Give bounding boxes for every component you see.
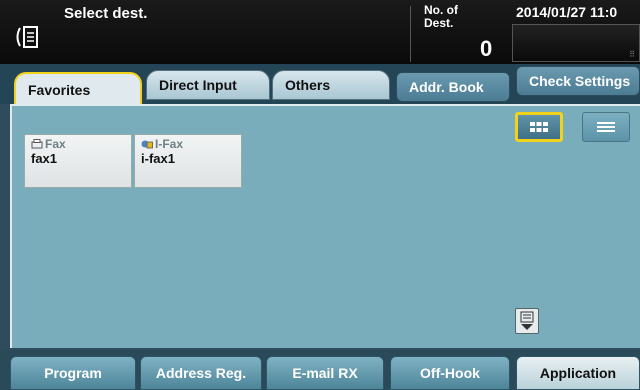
tab-others[interactable]: Others: [272, 70, 390, 100]
tab-direct-input[interactable]: Direct Input: [146, 70, 270, 100]
addr-book-label: Addr. Book: [409, 79, 484, 95]
status-indicator-icon: ⠿: [629, 50, 635, 59]
tab-strip: Favorites Direct Input Others Addr. Book…: [0, 64, 640, 106]
destination-ifax1[interactable]: I-Fax i-fax1: [134, 134, 242, 188]
email-rx-label: E-mail RX: [292, 365, 358, 381]
fax-icon: [31, 139, 43, 149]
grid-view-button[interactable]: [515, 112, 563, 142]
program-button[interactable]: Program: [10, 356, 136, 390]
num-dest-count: 0: [480, 36, 493, 61]
tab-favorites[interactable]: Favorites: [14, 72, 142, 106]
dest-name: fax1: [31, 151, 58, 166]
dest-type: Fax: [31, 137, 125, 151]
address-reg-button[interactable]: Address Reg.: [140, 356, 262, 390]
ifax-icon: [141, 140, 153, 149]
header-bar: Select dest. No. of Dest. 0 2014/01/27 1…: [0, 0, 640, 64]
dest-name: i-fax1: [141, 151, 175, 166]
check-settings-label: Check Settings: [529, 73, 631, 89]
dest-type-label: Fax: [45, 137, 66, 151]
bottom-bar: Program Address Reg. E-mail RX Off-Hook …: [0, 350, 640, 390]
page-title: Select dest.: [64, 5, 148, 22]
tab-label: Favorites: [28, 82, 91, 98]
tab-label: Direct Input: [159, 77, 237, 93]
num-dest-label: No. of Dest.: [424, 3, 458, 30]
application-label: Application: [539, 365, 617, 381]
program-label: Program: [44, 365, 102, 381]
datetime: 2014/01/27 11:0: [516, 4, 618, 20]
email-rx-button[interactable]: E-mail RX: [266, 356, 384, 390]
off-hook-label: Off-Hook: [420, 365, 480, 381]
scroll-down-icon: [520, 311, 534, 330]
off-hook-button[interactable]: Off-Hook: [390, 356, 510, 390]
destination-fax1[interactable]: Fax fax1: [24, 134, 132, 188]
dest-type: I-Fax: [141, 137, 235, 151]
status-box: ⠿: [512, 24, 640, 62]
list-view-icon: [597, 122, 615, 132]
fax-document-icon: [16, 26, 38, 48]
grid-view-icon: [530, 122, 548, 132]
header-divider: [410, 6, 411, 62]
address-reg-label: Address Reg.: [155, 365, 247, 381]
addr-book-button[interactable]: Addr. Book: [396, 72, 510, 102]
tab-label: Others: [285, 77, 331, 93]
dest-type-label: I-Fax: [155, 137, 184, 151]
list-view-button[interactable]: [582, 112, 630, 142]
application-button[interactable]: Application: [516, 356, 640, 390]
scroll-down-button[interactable]: [515, 308, 539, 334]
check-settings-button[interactable]: Check Settings: [516, 66, 640, 96]
destination-panel: Fax fax1 I-Fax i-fax1: [10, 104, 640, 348]
